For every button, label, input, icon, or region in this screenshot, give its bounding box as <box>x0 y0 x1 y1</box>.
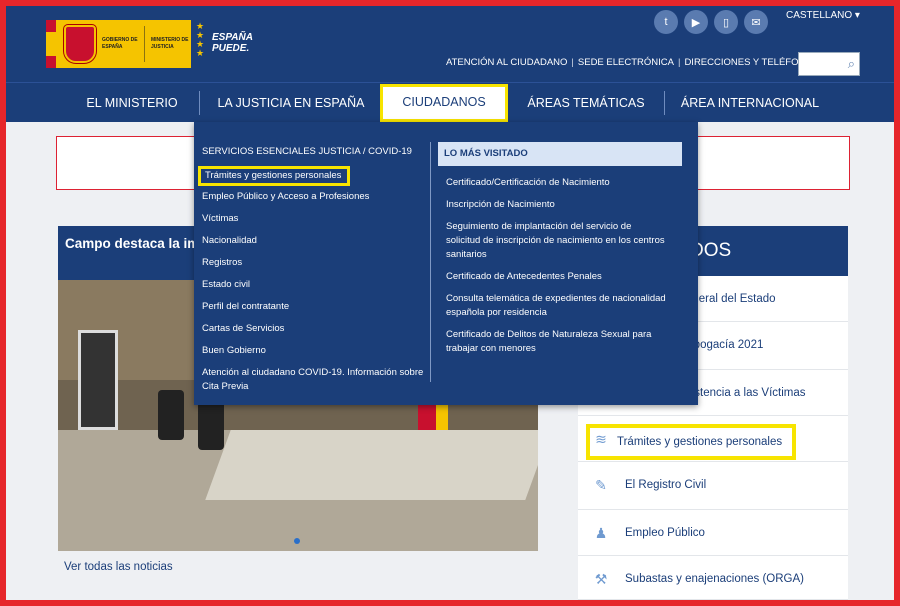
menu-link-registros[interactable]: Registros <box>202 256 427 270</box>
top-links: ATENCIÓN AL CIUDADANO | SEDE ELECTRÓNICA… <box>446 57 820 68</box>
ministry-label: MINISTERIO DE JUSTICIA <box>151 37 189 50</box>
link-atencion-ciudadano[interactable]: ATENCIÓN AL CIUDADANO <box>446 57 567 68</box>
flag-stripe <box>46 20 56 68</box>
nav-el-ministerio[interactable]: EL MINISTERIO <box>62 83 202 123</box>
sidebar-item-label: Empleo Público <box>625 527 705 539</box>
menu-link-perfil-contratante[interactable]: Perfil del contratante <box>202 300 427 314</box>
menu-link-empleo[interactable]: Empleo Público y Acceso a Profesiones <box>202 190 427 204</box>
sidebar-item-registro-civil[interactable]: ✎ El Registro Civil <box>578 462 848 510</box>
sidebar-item-label: sistencia a las Víctimas <box>686 387 806 399</box>
menu-link-covid-cita-previa[interactable]: Atención al ciudadano COVID-19. Informac… <box>202 366 427 394</box>
sidebar-item-subastas[interactable]: ⚒ Subastas y enajenaciones (ORGA) <box>578 556 848 600</box>
nav-areas-tematicas[interactable]: ÁREAS TEMÁTICAS <box>511 83 661 123</box>
menu-link-antecedentes-penales[interactable]: Certificado de Antecedentes Penales <box>446 270 666 284</box>
campaign-label: ESPAÑA PUEDE. <box>212 32 253 54</box>
sidebar-item-empleo[interactable]: ♟ Empleo Público <box>578 510 848 556</box>
government-logo[interactable]: GOBIERNO DE ESPAÑA MINISTERIO DE JUSTICI… <box>56 20 191 68</box>
ciudadanos-mega-menu: SERVICIOS ESENCIALES JUSTICIA / COVID-19… <box>194 122 698 405</box>
pencil-icon: ✎ <box>595 477 607 493</box>
twitter-icon[interactable]: t <box>654 10 678 34</box>
person-icon: ♟ <box>594 525 608 541</box>
site-header: GOBIERNO DE ESPAÑA MINISTERIO DE JUSTICI… <box>6 6 894 82</box>
coat-of-arms-icon <box>64 25 96 63</box>
main-nav: EL MINISTERIO LA JUSTICIA EN ESPAÑA CIUD… <box>6 82 894 122</box>
menu-link-buen-gobierno[interactable]: Buen Gobierno <box>202 344 427 358</box>
gov-label: GOBIERNO DE ESPAÑA <box>102 37 138 50</box>
email-icon[interactable]: ✉ <box>744 10 768 34</box>
sidebar-item-label: Trámites y gestiones personales <box>586 424 797 460</box>
gavel-icon: ⚒ <box>594 571 608 587</box>
menu-link-tramites[interactable]: Trámites y gestiones personales <box>198 166 351 186</box>
menu-link-nacionalidad[interactable]: Nacionalidad <box>202 234 427 248</box>
mobile-icon[interactable]: ▯ <box>714 10 738 34</box>
menu-column-header: SERVICIOS ESENCIALES JUSTICIA / COVID-19 <box>202 146 412 157</box>
nav-ciudadanos[interactable]: CIUDADANOS <box>380 84 508 122</box>
stars-icon: ★ ★ ★ ★ <box>196 21 205 58</box>
link-sede-electronica[interactable]: SEDE ELECTRÓNICA <box>578 57 674 68</box>
browser-frame: GOBIERNO DE ESPAÑA MINISTERIO DE JUSTICI… <box>6 6 894 600</box>
sidebar-item-tramites[interactable]: ≋ Trámites y gestiones personales <box>578 416 848 462</box>
sidebar-item-label: Subastas y enajenaciones (ORGA) <box>625 573 804 585</box>
menu-link-inscripcion-nacimiento[interactable]: Inscripción de Nacimiento <box>446 198 666 212</box>
menu-link-victimas[interactable]: Víctimas <box>202 212 427 226</box>
menu-column-header: LO MÁS VISITADO <box>438 142 682 166</box>
menu-link-delitos-sexuales[interactable]: Certificado de Delitos de Naturaleza Sex… <box>446 328 666 356</box>
search-input[interactable]: ⌕ <box>798 52 860 76</box>
nav-area-internacional[interactable]: ÁREA INTERNACIONAL <box>670 83 830 123</box>
sidebar-item-label: El Registro Civil <box>625 479 707 491</box>
carousel-dot[interactable] <box>294 538 300 544</box>
social-links: t ▶ ▯ ✉ <box>654 10 768 34</box>
menu-link-cartas-servicios[interactable]: Cartas de Servicios <box>202 322 427 336</box>
youtube-icon[interactable]: ▶ <box>684 10 708 34</box>
language-selector[interactable]: CASTELLANO ▾ <box>786 10 860 21</box>
video-screen <box>78 330 118 430</box>
menu-link-cert-nacimiento[interactable]: Certificado/Certificación de Nacimiento <box>446 176 666 190</box>
all-news-link[interactable]: Ver todas las noticias <box>64 561 173 573</box>
menu-link-seguimiento-implantacion[interactable]: Seguimiento de implantación del servicio… <box>446 220 666 262</box>
sidebar-item-label: eneral del Estado <box>686 293 776 305</box>
nav-justicia-espana[interactable]: LA JUSTICIA EN ESPAÑA <box>206 83 376 123</box>
search-icon[interactable]: ⌕ <box>848 56 855 72</box>
espana-puede-logo: ★ ★ ★ ★ ESPAÑA PUEDE. <box>196 22 276 64</box>
menu-link-consulta-nacionalidad[interactable]: Consulta telemática de expedientes de na… <box>446 292 666 320</box>
menu-link-estado-civil[interactable]: Estado civil <box>202 278 427 292</box>
